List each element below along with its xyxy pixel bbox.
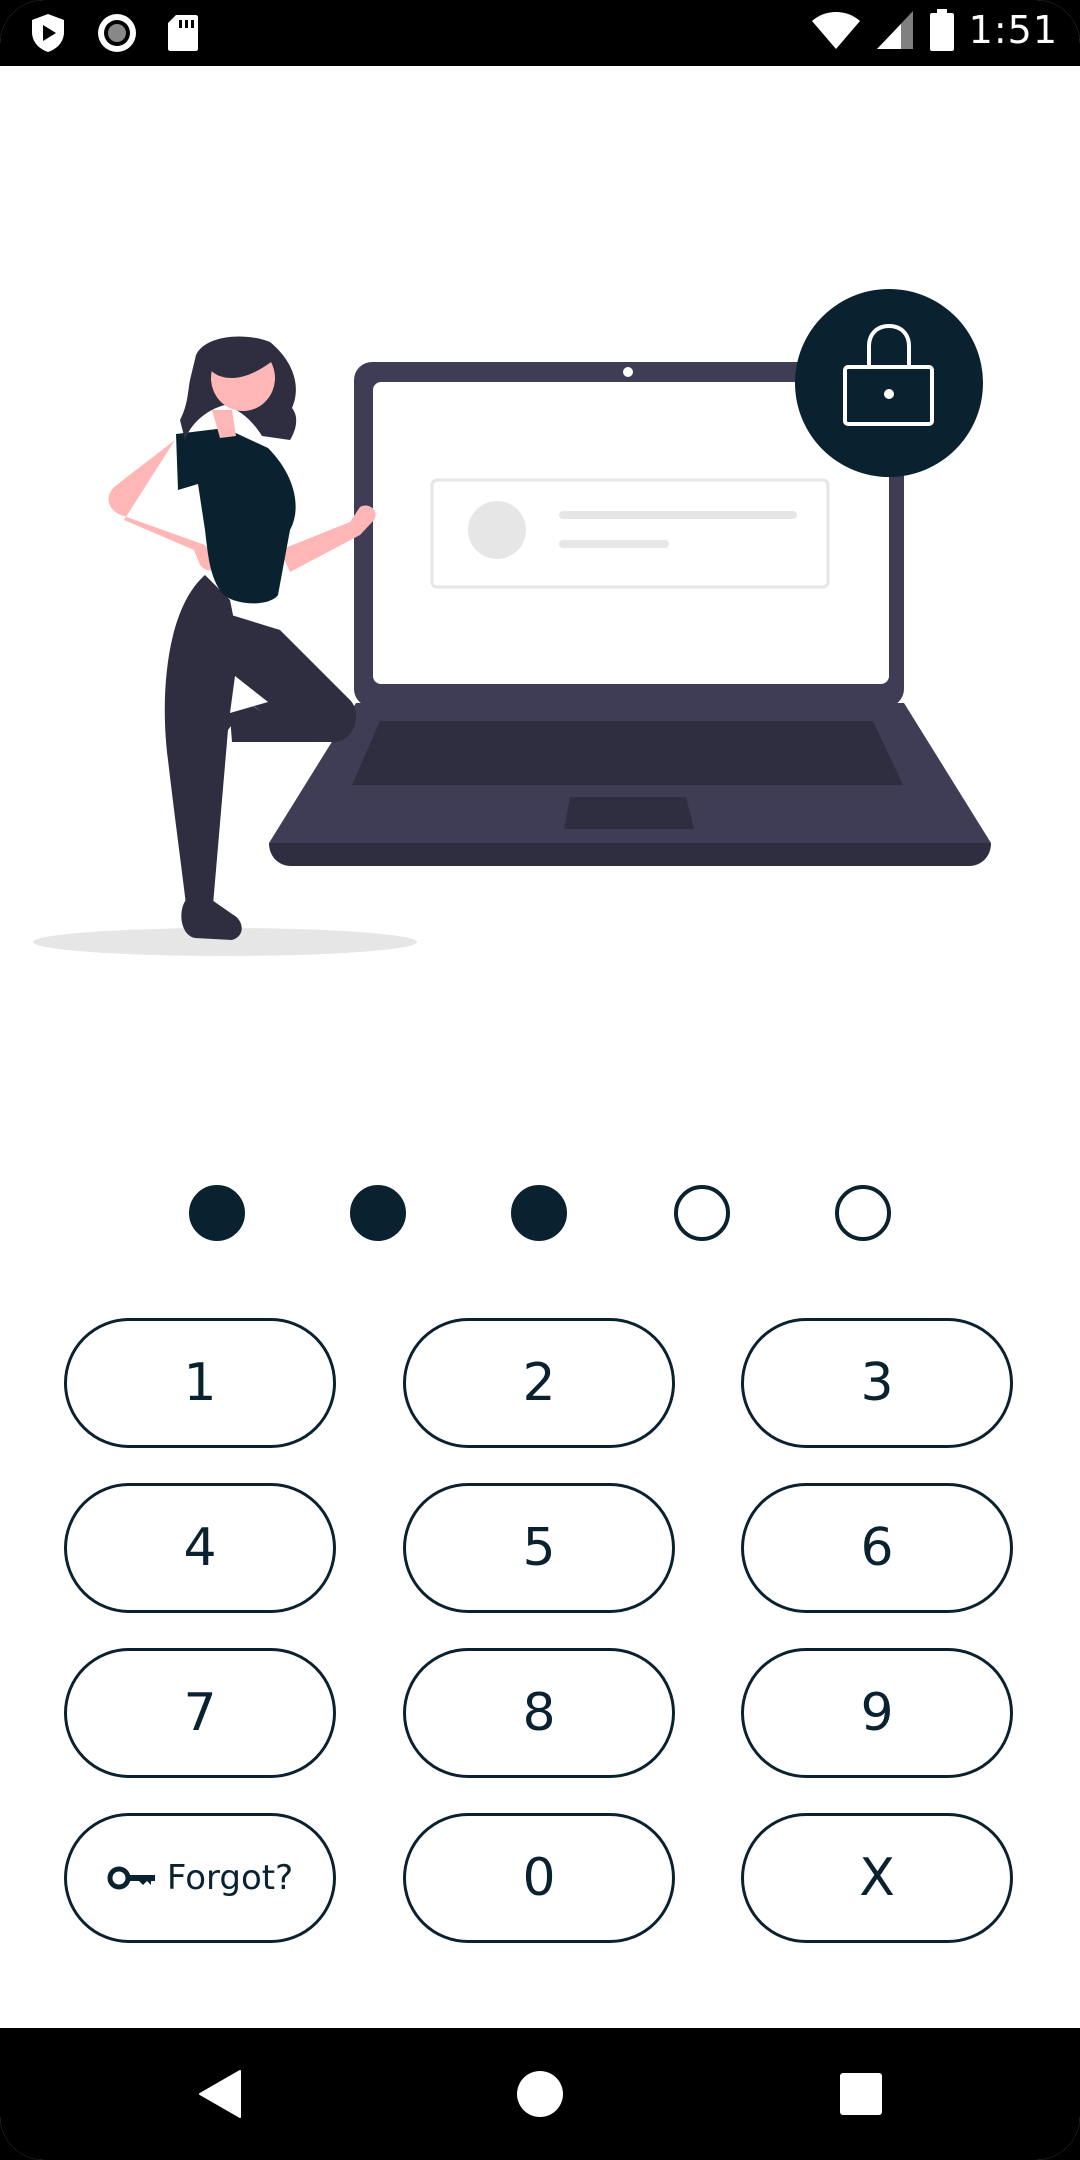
key-6-button[interactable]: 6 bbox=[741, 1483, 1013, 1613]
figure-leg-front bbox=[215, 610, 357, 742]
key-label: 0 bbox=[522, 1848, 556, 1908]
wifi-icon bbox=[811, 12, 860, 49]
key-label: 5 bbox=[522, 1518, 556, 1578]
pin-dot-filled bbox=[511, 1185, 567, 1241]
key-label: 2 bbox=[522, 1353, 556, 1413]
pin-dot-empty bbox=[674, 1185, 730, 1241]
signal-icon bbox=[876, 11, 913, 49]
pin-dot-filled bbox=[350, 1185, 406, 1241]
sd-card-icon bbox=[168, 15, 198, 51]
forgot-label: Forgot? bbox=[166, 1858, 294, 1898]
navigation-bar bbox=[0, 2028, 1080, 2160]
figure-torso bbox=[176, 428, 296, 604]
play-protect-icon bbox=[32, 14, 64, 52]
battery-icon bbox=[929, 9, 954, 51]
home-icon[interactable] bbox=[516, 2070, 564, 2118]
back-icon[interactable] bbox=[196, 2069, 246, 2119]
pin-lock-screen: 1:51 1 2 3 4 5 6 7 8 9 Forgot? 0 X bbox=[0, 0, 1080, 2160]
status-right-icons: 1:51 bbox=[811, 8, 1058, 52]
laptop-trackpad bbox=[564, 797, 694, 829]
key-label: 9 bbox=[860, 1683, 894, 1743]
key-7-button[interactable]: 7 bbox=[64, 1648, 336, 1778]
figure-shoe bbox=[181, 900, 242, 940]
lock-illustration bbox=[33, 289, 991, 956]
lock-keyhole bbox=[884, 389, 894, 399]
clear-button[interactable]: X bbox=[741, 1813, 1013, 1943]
screen-card-avatar bbox=[468, 501, 526, 559]
key-label: 8 bbox=[522, 1683, 556, 1743]
key-icon bbox=[107, 1865, 157, 1891]
key-label: 6 bbox=[860, 1518, 894, 1578]
record-icon bbox=[98, 14, 136, 52]
laptop-camera bbox=[623, 367, 633, 377]
key-label: X bbox=[859, 1848, 895, 1908]
screen-card-line bbox=[559, 511, 797, 519]
key-5-button[interactable]: 5 bbox=[403, 1483, 675, 1613]
forgot-pin-button[interactable]: Forgot? bbox=[64, 1813, 336, 1943]
pin-dot-filled bbox=[189, 1185, 245, 1241]
key-2-button[interactable]: 2 bbox=[403, 1318, 675, 1448]
status-left-icons bbox=[28, 12, 200, 54]
screen-card-line bbox=[559, 540, 669, 548]
lock-badge bbox=[795, 289, 983, 477]
key-label: 4 bbox=[183, 1518, 217, 1578]
key-3-button[interactable]: 3 bbox=[741, 1318, 1013, 1448]
pin-indicator bbox=[0, 1183, 1080, 1243]
key-0-button[interactable]: 0 bbox=[403, 1813, 675, 1943]
status-bar: 1:51 bbox=[0, 0, 1080, 66]
key-label: 3 bbox=[860, 1353, 894, 1413]
key-4-button[interactable]: 4 bbox=[64, 1483, 336, 1613]
laptop-base-edge bbox=[269, 843, 991, 866]
status-time: 1:51 bbox=[968, 8, 1058, 52]
key-8-button[interactable]: 8 bbox=[403, 1648, 675, 1778]
key-1-button[interactable]: 1 bbox=[64, 1318, 336, 1448]
recents-icon[interactable] bbox=[839, 2072, 883, 2116]
key-label: 1 bbox=[183, 1353, 217, 1413]
laptop-keyboard bbox=[352, 721, 903, 785]
pin-dot-empty bbox=[835, 1185, 891, 1241]
key-label: 7 bbox=[183, 1683, 217, 1743]
key-9-button[interactable]: 9 bbox=[741, 1648, 1013, 1778]
